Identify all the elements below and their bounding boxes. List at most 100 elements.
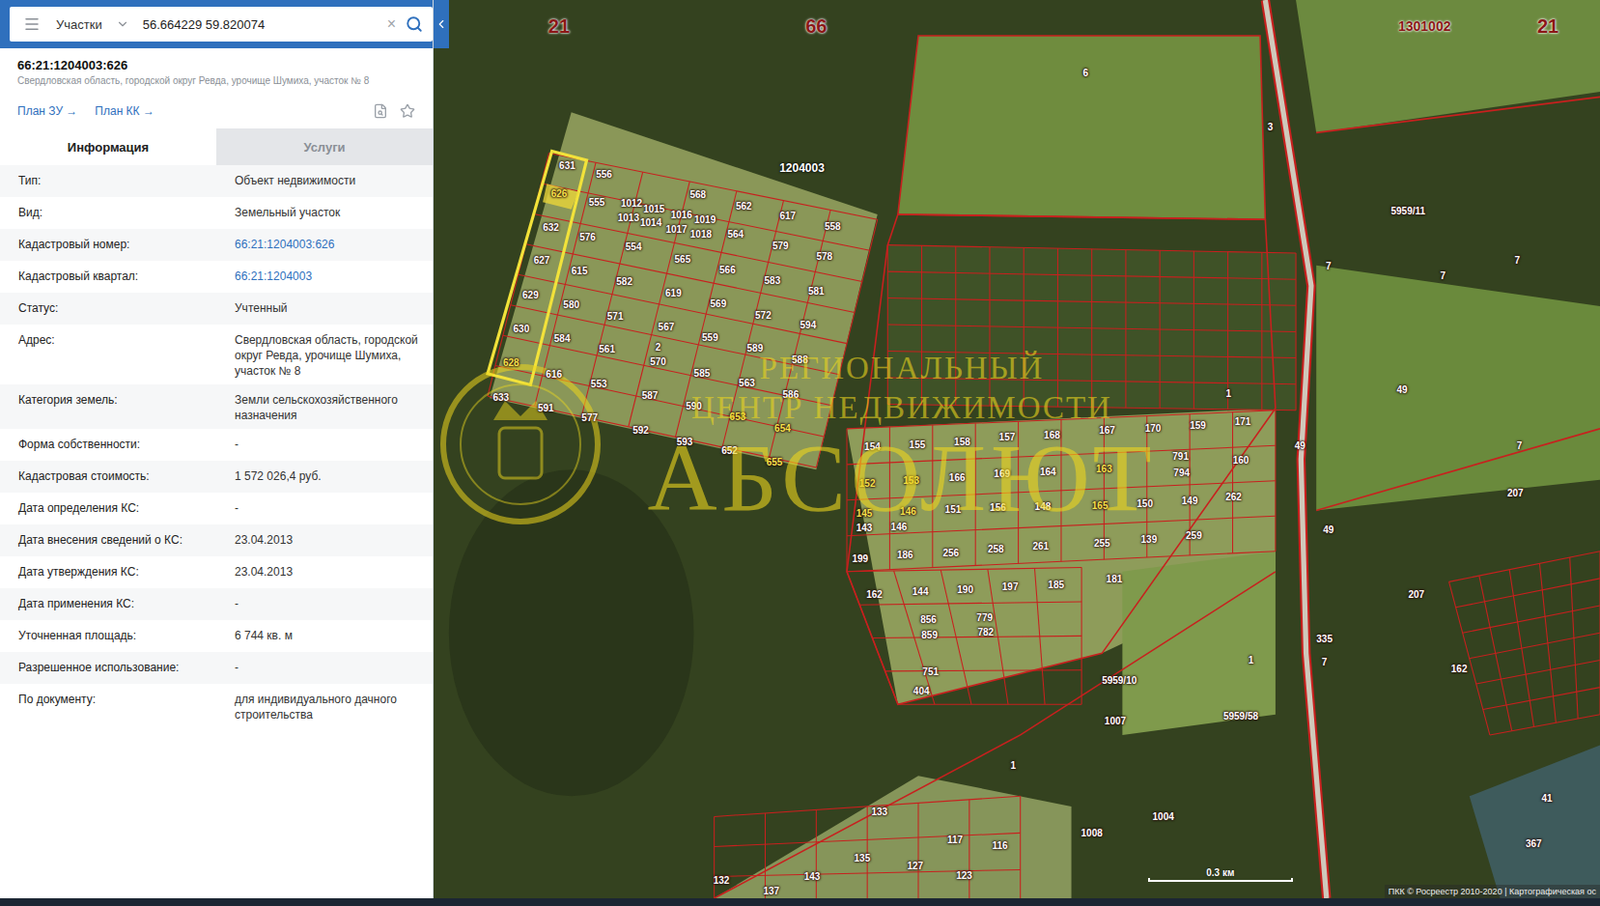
parcel-label[interactable]: 1 — [1226, 387, 1233, 398]
parcel-label[interactable]: 1007 — [1104, 715, 1126, 727]
parcel-label[interactable]: 1004 — [1152, 811, 1175, 822]
parcel-label[interactable]: 655 — [766, 455, 784, 467]
star-icon[interactable] — [399, 103, 416, 119]
parcel-label[interactable]: 631 — [559, 160, 576, 171]
parcel-label[interactable]: 654 — [774, 421, 791, 433]
parcel-label[interactable]: 7 — [1515, 254, 1521, 266]
find-on-map-icon[interactable] — [372, 103, 389, 119]
parcel-label[interactable]: 163 — [1095, 463, 1113, 475]
parcel-label[interactable]: 559 — [701, 331, 719, 342]
parcel-label[interactable]: 616 — [545, 367, 562, 379]
parcel-label[interactable]: 117 — [947, 833, 963, 844]
parcel-label[interactable]: 7 — [1321, 655, 1328, 667]
parcel-label[interactable]: 255 — [1094, 537, 1111, 549]
parcel-label[interactable]: 185 — [1047, 578, 1065, 590]
parcel-label[interactable]: 149 — [1181, 494, 1199, 506]
parcel-label[interactable]: 160 — [1233, 453, 1250, 465]
parcel-label[interactable]: 554 — [625, 240, 643, 252]
parcel-label[interactable]: 49 — [1294, 439, 1306, 450]
parcel-label[interactable]: 1019 — [694, 214, 716, 225]
collapse-button[interactable] — [433, 0, 450, 49]
parcel-label[interactable]: 794 — [1173, 467, 1190, 478]
parcel-label[interactable]: 561 — [598, 343, 616, 355]
map[interactable]: 2166130100221120400363162655655510121015… — [433, 0, 1600, 899]
parcel-label[interactable]: 152 — [859, 477, 876, 488]
parcel-label[interactable]: 165 — [1092, 500, 1109, 511]
parcel-label[interactable]: 132 — [713, 873, 730, 885]
parcel-label[interactable]: 404 — [913, 685, 930, 697]
parcel-label[interactable]: 564 — [727, 228, 744, 240]
parcel-label[interactable]: 751 — [922, 666, 939, 677]
search-box[interactable]: Участки56.664229 59.820074× — [9, 6, 433, 42]
parcel-label[interactable]: 565 — [674, 253, 692, 265]
parcel-label[interactable]: 157 — [999, 431, 1016, 443]
parcel-label[interactable]: 49 — [1396, 383, 1407, 394]
parcel-label[interactable]: 146 — [899, 505, 917, 517]
parcel-label[interactable]: 207 — [1507, 487, 1524, 499]
parcel-label[interactable]: 335 — [1316, 632, 1333, 644]
parcel-label[interactable]: 164 — [1039, 466, 1057, 478]
parcel-label[interactable]: 41 — [1541, 792, 1552, 804]
parcel-label[interactable]: 137 — [762, 884, 780, 896]
parcel-label[interactable]: 568 — [689, 188, 706, 199]
parcel-label[interactable]: 782 — [977, 626, 994, 638]
parcel-label[interactable]: 6 — [1083, 67, 1090, 79]
parcel-label[interactable]: 572 — [755, 308, 772, 320]
parcel-label[interactable]: 1017 — [665, 223, 687, 234]
parcel-label[interactable]: 144 — [912, 585, 929, 596]
parcel-label[interactable]: 567 — [658, 321, 675, 333]
parcel-label[interactable]: 5959/10 — [1101, 673, 1137, 685]
parcel-label[interactable]: 592 — [632, 423, 649, 435]
parcel-label[interactable]: 856 — [920, 614, 937, 625]
parcel-label[interactable]: 630 — [513, 323, 531, 335]
parcel-label[interactable]: 256 — [942, 546, 959, 558]
parcel-label[interactable]: 143 — [804, 870, 821, 881]
parcel-label[interactable]: 186 — [897, 548, 914, 560]
parcel-label[interactable]: 619 — [665, 287, 682, 299]
parcel-label[interactable]: 593 — [676, 435, 694, 447]
parcel-label[interactable]: 259 — [1185, 529, 1203, 540]
parcel-label[interactable]: 159 — [1189, 419, 1207, 430]
parcel-label[interactable]: 5959/11 — [1390, 204, 1426, 216]
parcel-label[interactable]: 1 — [1248, 653, 1255, 665]
parcel-label[interactable]: 569 — [710, 297, 728, 309]
parcel-label[interactable]: 583 — [764, 274, 782, 285]
parcel-label[interactable]: 158 — [954, 435, 971, 447]
parcel-label[interactable]: 556 — [595, 168, 613, 179]
parcel-label[interactable]: 207 — [1407, 589, 1425, 600]
parcel-label[interactable]: 584 — [554, 332, 571, 343]
parcel-label[interactable]: 170 — [1145, 421, 1162, 433]
parcel-label[interactable]: 154 — [864, 440, 881, 451]
parcel-label[interactable]: 146 — [891, 521, 908, 533]
parcel-label[interactable]: 171 — [1235, 416, 1252, 427]
parcel-label[interactable]: 563 — [738, 377, 756, 389]
parcel-label[interactable]: 571 — [607, 309, 624, 321]
parcel-label[interactable]: 577 — [581, 412, 598, 423]
parcel-label[interactable]: 562 — [735, 200, 753, 212]
parcel-label[interactable]: 162 — [1451, 663, 1468, 674]
info-value[interactable]: 66:21:1204003:626 — [234, 236, 420, 253]
parcel-label[interactable]: 262 — [1225, 490, 1242, 502]
parcel-label[interactable]: 632 — [542, 221, 560, 232]
parcel-label[interactable]: 49 — [1322, 524, 1334, 535]
tab[interactable]: Информация — [0, 128, 217, 166]
mode-select[interactable]: Участки — [50, 17, 134, 32]
parcel-label[interactable]: 586 — [783, 388, 800, 399]
parcel-label[interactable]: 2 — [655, 341, 662, 353]
parcel-label[interactable]: 123 — [955, 869, 973, 880]
parcel-label[interactable]: 590 — [685, 399, 702, 411]
parcel-label[interactable]: 150 — [1136, 498, 1153, 509]
parcel-label[interactable]: 145 — [856, 506, 873, 518]
info-value[interactable]: 66:21:1204003 — [234, 268, 420, 284]
parcel-label[interactable]: 594 — [800, 319, 817, 331]
parcel-label[interactable]: 553 — [590, 378, 608, 390]
parcel-label[interactable]: 587 — [642, 389, 659, 400]
parcel-label[interactable]: 1008 — [1081, 827, 1103, 839]
parcel-label[interactable]: 3 — [1267, 121, 1274, 133]
parcel-label[interactable]: 615 — [571, 265, 589, 277]
plan-link[interactable]: План КК → — [94, 104, 155, 118]
parcel-label[interactable]: 166 — [949, 471, 966, 482]
parcel-label[interactable]: 169 — [993, 468, 1011, 479]
parcel-label[interactable]: 197 — [1002, 580, 1019, 591]
parcel-label[interactable]: 143 — [856, 522, 873, 534]
